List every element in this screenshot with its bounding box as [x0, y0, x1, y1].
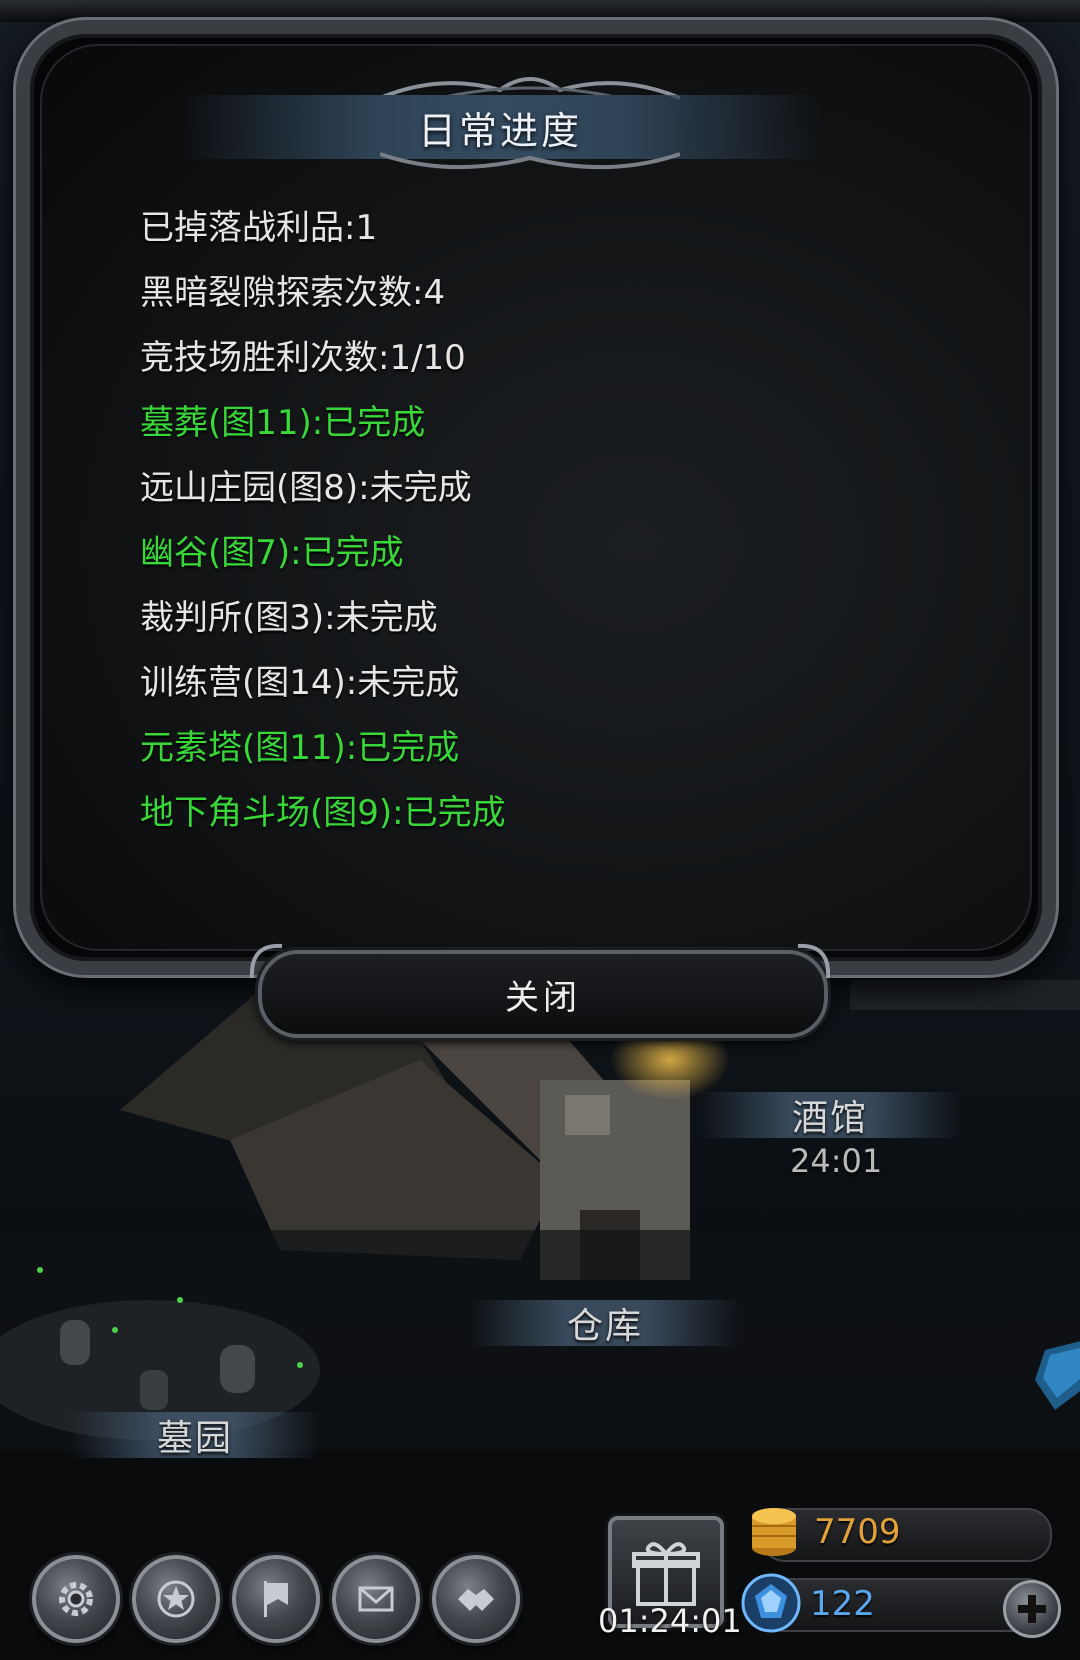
progress-item: 幽谷(图7):已完成 — [140, 533, 404, 573]
cemetery-label[interactable]: 墓园 — [70, 1412, 320, 1459]
tavern-label[interactable]: 酒馆 — [700, 1092, 960, 1139]
plus-icon — [1018, 1595, 1046, 1623]
close-button[interactable]: 关闭 — [258, 950, 828, 1038]
close-label: 关闭 — [505, 977, 581, 1018]
gem-amount: 122 — [810, 1584, 875, 1624]
ornament-curl — [249, 943, 283, 979]
banner-icon — [264, 1581, 288, 1617]
progress-item: 训练营(图14):未完成 — [140, 663, 460, 703]
progress-item: 黑暗裂隙探索次数:4 — [140, 273, 446, 313]
settings-button[interactable] — [32, 1555, 120, 1643]
gem-icon — [741, 1573, 801, 1633]
progress-item: 竞技场胜利次数:1/10 — [140, 338, 466, 378]
title-ornament — [380, 152, 680, 170]
gift-icon — [632, 1542, 700, 1606]
progress-item: 裁判所(图3):未完成 — [140, 598, 438, 638]
crystal-icon[interactable] — [1035, 1330, 1080, 1420]
ornament-curl — [797, 943, 831, 979]
settings-icon — [59, 1582, 93, 1616]
gold-amount: 7709 — [814, 1512, 901, 1552]
mail-icon — [358, 1586, 394, 1612]
achievements-button[interactable] — [132, 1555, 220, 1643]
top-frame — [0, 0, 1080, 22]
guild-button[interactable] — [232, 1555, 320, 1643]
tavern-timer: 24:01 — [790, 1142, 883, 1180]
progress-item: 已掉落战利品:1 — [140, 208, 378, 248]
trade-button[interactable] — [432, 1555, 520, 1643]
dialog-title: 日常进度 — [417, 108, 582, 153]
add-currency-button[interactable] — [1003, 1580, 1061, 1638]
gold-coins-icon — [752, 1508, 796, 1556]
mail-button[interactable] — [332, 1555, 420, 1643]
progress-item: 元素塔(图11):已完成 — [140, 728, 460, 768]
progress-item: 远山庄园(图8):未完成 — [140, 468, 472, 508]
progress-list[interactable]: 已掉落战利品:1 黑暗裂隙探索次数:4 竞技场胜利次数:1/10 墓葬(图11)… — [140, 196, 860, 866]
warehouse-label[interactable]: 仓库 — [470, 1300, 740, 1347]
star-medal-icon — [157, 1580, 195, 1618]
handshake-icon — [458, 1589, 494, 1611]
gift-timer: 01:24:01 — [598, 1602, 742, 1640]
progress-item: 墓葬(图11):已完成 — [140, 403, 426, 443]
progress-item: 地下角斗场(图9):已完成 — [140, 793, 506, 833]
